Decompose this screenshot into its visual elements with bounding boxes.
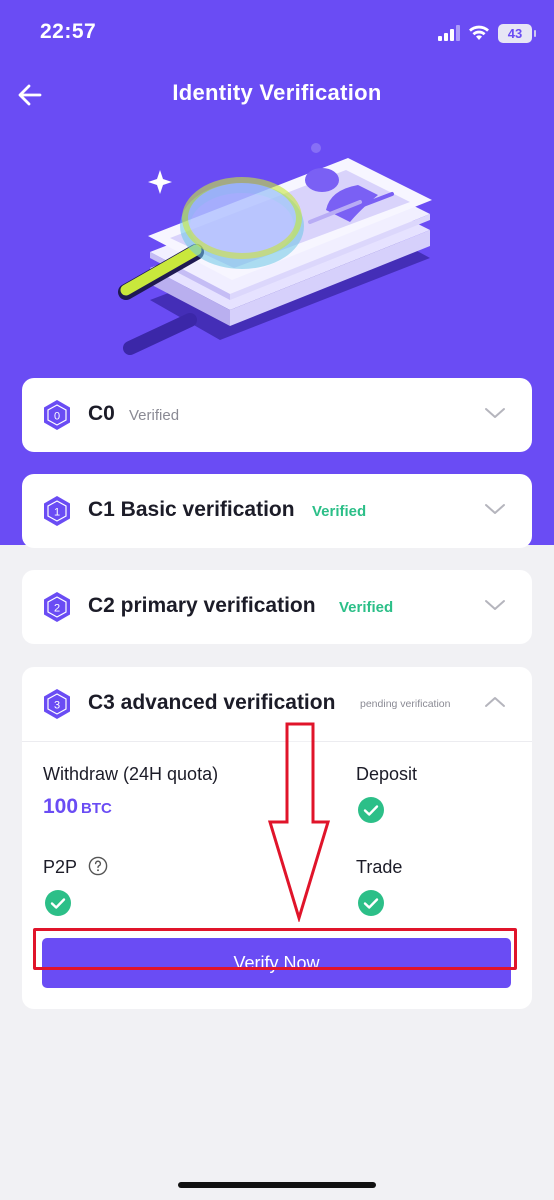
withdraw-amount: 100 — [43, 795, 79, 818]
nav-bar: Identity Verification — [0, 72, 554, 118]
check-circle-icon — [358, 890, 384, 916]
id-card-magnifier-illustration — [118, 143, 432, 355]
level-status: Verified — [129, 407, 180, 424]
status-icons: 43 — [438, 22, 536, 44]
hexagon-badge-icon: 3 — [44, 689, 70, 719]
help-circle-icon[interactable] — [88, 856, 108, 876]
level-header-c1[interactable]: 1 C1 Basic verification Verified — [22, 474, 532, 548]
chevron-down-icon[interactable] — [484, 406, 506, 420]
p2p-label: P2P — [43, 857, 78, 877]
hexagon-badge-icon: 2 — [44, 592, 70, 622]
page-title: Identity Verification — [172, 80, 382, 105]
home-indicator — [178, 1182, 376, 1188]
level-header-c0[interactable]: 0 C0 Verified — [22, 378, 532, 452]
chevron-down-icon[interactable] — [484, 598, 506, 612]
withdraw-quota: 100 BTC — [43, 795, 112, 819]
level-card-c1[interactable]: 1 C1 Basic verification Verified — [22, 474, 532, 548]
wifi-icon — [469, 25, 489, 40]
hexagon-badge-icon: 0 — [44, 400, 70, 430]
check-circle-icon — [45, 890, 71, 916]
level-header-c2[interactable]: 2 C2 primary verification Verified — [22, 570, 532, 644]
trade-label: Trade — [356, 857, 403, 877]
hexagon-badge-icon: 1 — [44, 496, 70, 526]
level-card-c2[interactable]: 2 C2 primary verification Verified — [22, 570, 532, 644]
chevron-up-icon[interactable] — [484, 695, 506, 709]
level-status: Verified — [339, 599, 394, 616]
status-bar: 22:57 43 — [0, 0, 554, 62]
level-title: C0 — [88, 402, 115, 425]
level-title: C3 advanced verification — [88, 691, 336, 714]
withdraw-unit: BTC — [81, 800, 112, 817]
level-badge-number: 2 — [54, 603, 60, 615]
level-title: C2 primary verification — [88, 594, 316, 617]
level-card-c0[interactable]: 0 C0 Verified — [22, 378, 532, 452]
chevron-down-icon[interactable] — [484, 502, 506, 516]
status-time: 22:57 — [40, 20, 97, 43]
deposit-label: Deposit — [356, 764, 418, 784]
battery-icon: 43 — [498, 23, 536, 43]
down-arrow-annotation-icon — [268, 722, 330, 922]
highlight-box — [33, 928, 517, 970]
signal-icon — [438, 25, 460, 41]
level-title: C1 Basic verification — [88, 498, 295, 521]
level-badge-number: 1 — [54, 507, 60, 519]
level-status: pending verification — [360, 698, 451, 710]
check-circle-icon — [358, 797, 384, 823]
level-status: Verified — [312, 503, 367, 520]
level-badge-number: 3 — [54, 700, 60, 712]
level-badge-number: 0 — [54, 411, 60, 423]
withdraw-label: Withdraw (24H quota) — [43, 764, 219, 784]
